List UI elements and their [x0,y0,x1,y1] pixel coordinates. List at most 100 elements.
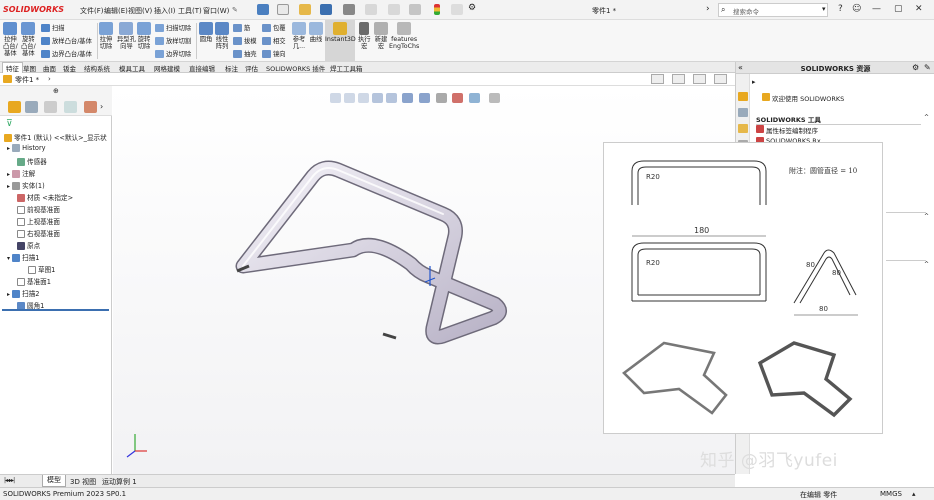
extrude-cut-button[interactable]: 拉伸 切除 [99,22,113,50]
linear-pattern-button[interactable]: 线性 阵列 [215,22,229,50]
tree-item-top-plane[interactable]: 上视基准面 [17,216,60,226]
section-collapse-icon[interactable]: ^ [924,261,929,268]
restore-button[interactable]: ▢ [894,4,903,14]
part-tab-arrow-icon[interactable]: › [48,75,51,83]
rib-button[interactable]: 筋 [233,23,250,32]
new-macro-button[interactable]: 新建 宏 [374,22,388,50]
tab-sketch[interactable]: 草图 [23,63,36,73]
save-icon[interactable] [320,4,332,15]
more-tabs-arrow-icon[interactable]: › [100,102,103,111]
tree-item-sweep1[interactable]: ▾ 扫描1 [7,252,40,262]
menu-edit[interactable]: 编辑(E) [104,6,128,16]
revolve-cut-button[interactable]: 旋转 切除 [137,22,151,50]
menu-window[interactable]: 窗口(W) [203,6,229,16]
viewport-arrange-icon[interactable] [651,74,664,84]
property-manager-tab-icon[interactable] [25,101,38,113]
reference-geometry-button[interactable]: 参考 几... [292,22,306,50]
tree-item-annotations[interactable]: ▸ 注解 [7,168,35,178]
expand-arrow-icon[interactable]: ▸ [7,171,10,178]
search-input[interactable]: 搜索命令 [718,3,828,17]
wrap-button[interactable]: 包覆 [262,23,286,32]
revolve-boss-button[interactable]: 旋转 凸台/ 基体 [21,22,36,57]
curves-button[interactable]: 曲线 [309,22,323,43]
extrude-boss-button[interactable]: 拉伸 凸台/ 基体 [3,22,18,57]
features-engtochs-button[interactable]: features EngToChs [389,22,419,50]
tab-3d-views[interactable]: 3D 视图 [70,477,96,487]
loft-boss-button[interactable]: 放样凸台/基体 [41,36,92,45]
rollback-bar[interactable] [2,309,109,311]
display-manager-tab-icon[interactable] [84,101,97,113]
sweep-button[interactable]: 扫描 [41,23,65,32]
collapse-pane-icon[interactable]: « [738,63,743,72]
property-tab-builder-link[interactable]: 属性标签编制程序 [766,125,818,135]
mirror-button[interactable]: 镜向 [262,49,286,58]
view-settings-icon[interactable] [489,93,500,103]
tree-item-sweep2[interactable]: ▸ 扫描2 [7,288,40,298]
open-folder-icon[interactable] [299,4,311,15]
tab-scroll-arrows-icon[interactable]: |◂◂▸▸| [4,477,15,484]
gear-icon[interactable]: ⚙ [468,3,476,13]
tab-surfaces[interactable]: 曲面 [43,63,56,73]
intersect-button[interactable]: 相交 [262,36,286,45]
tab-weldments[interactable]: 焊工工具箱 [330,63,363,73]
shell-button[interactable]: 抽壳 [233,49,257,58]
units-dropdown-icon[interactable]: ▴ [912,490,916,498]
zoom-to-area-icon[interactable] [344,93,355,103]
tab-motion-study[interactable]: 运动算例 1 [102,477,137,487]
part-tab-title[interactable]: 零件1 * [15,75,39,85]
sweep-cut-button[interactable]: 扫描切除 [155,23,191,32]
design-library-tab-icon[interactable] [738,108,748,117]
expand-arrow-icon[interactable]: ▸ [7,145,10,152]
menu-tools[interactable]: 工具(T) [178,6,202,16]
section-collapse-icon[interactable]: ^ [924,213,929,220]
solidworks-logo[interactable]: SOLIDWORKS [3,5,64,14]
pin-icon[interactable]: ✎ [232,6,238,14]
hole-wizard-button[interactable]: 异型孔 向导 [117,22,136,50]
draft-button[interactable]: 拔模 [233,36,257,45]
viewport-minimize-button[interactable] [672,74,685,84]
section-view-icon[interactable] [372,93,383,103]
section-collapse-icon[interactable]: ^ [924,114,929,121]
drag-handle-icon[interactable]: ⊕ [53,87,59,95]
previous-view-icon[interactable] [358,93,369,103]
dynamic-annotation-icon[interactable] [386,93,397,103]
tree-item-sensors[interactable]: 传感器 [17,156,47,166]
tree-root[interactable]: 零件1 (默认) <<默认>_显示状 [4,132,107,142]
instant3d-button[interactable]: Instant3D [325,20,356,62]
tree-item-material[interactable]: 材质 <未指定> [17,192,73,202]
view-orientation-icon[interactable] [402,93,413,103]
viewport-close-button[interactable] [714,74,727,84]
file-properties-icon[interactable] [451,4,463,15]
tab-sheet-metal[interactable]: 钣金 [63,63,76,73]
traffic-light-icon[interactable] [434,4,440,15]
menu-view[interactable]: 视图(V) [128,6,152,16]
select-arrow-icon[interactable] [409,4,421,15]
search-dropdown-icon[interactable]: ▾ [822,5,826,13]
execute-macro-button[interactable]: 执行 宏 [358,22,371,50]
tab-structure-system[interactable]: 结构系统 [84,63,110,73]
viewport-restore-button[interactable] [693,74,706,84]
tab-evaluate[interactable]: 评估 [245,63,258,73]
tree-item-front-plane[interactable]: 前视基准面 [17,204,60,214]
display-style-icon[interactable] [419,93,430,103]
tab-mesh-modeling[interactable]: 网格建模 [154,63,180,73]
new-document-icon[interactable] [277,4,289,15]
redo-icon[interactable] [388,4,400,15]
user-icon[interactable]: ☺ [852,4,861,14]
tree-item-plane1[interactable]: 基准面1 [17,276,51,286]
tab-direct-editing[interactable]: 直接编辑 [189,63,215,73]
hide-show-items-icon[interactable] [436,93,447,103]
loft-cut-button[interactable]: 放样切割 [155,36,191,45]
expand-arrow-icon[interactable]: ▸ [752,78,756,86]
boundary-cut-button[interactable]: 边界切除 [155,49,191,58]
undo-icon[interactable] [365,4,377,15]
filter-icon[interactable]: ⊽ [6,119,13,129]
expand-arrow-icon[interactable]: ▸ [7,183,10,190]
fillet-button[interactable]: 圆角 [199,22,213,43]
home-icon[interactable] [257,4,269,15]
tree-item-sketch1[interactable]: 草图1 [28,264,55,274]
expand-arrow-icon[interactable]: ▸ [7,291,10,298]
feature-manager-tab-icon[interactable] [8,101,21,113]
menu-file[interactable]: 文件(F) [80,6,104,16]
edit-appearance-icon[interactable] [452,93,463,103]
